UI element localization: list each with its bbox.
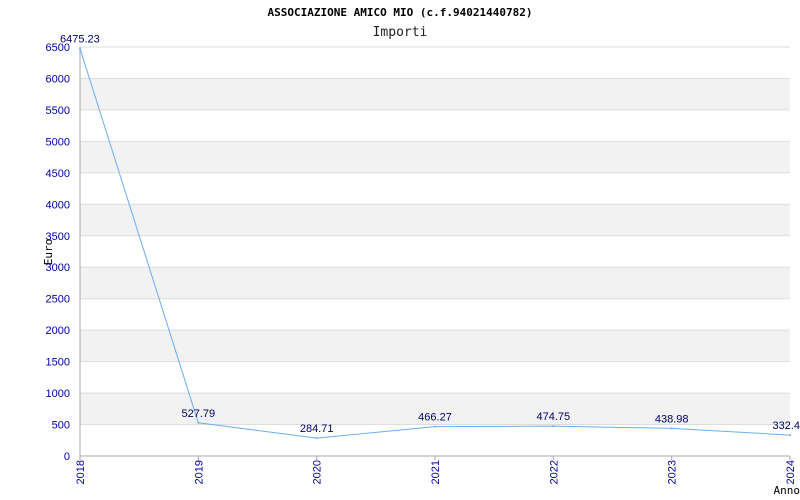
data-label: 6475.23 [60, 34, 100, 46]
y-tick-label: 4000 [46, 199, 70, 211]
data-label: 438.98 [655, 413, 689, 425]
data-point [197, 421, 200, 424]
data-point [670, 427, 673, 430]
x-tick-label: 2024 [785, 460, 797, 484]
x-tick-label: 2018 [75, 460, 87, 484]
grid-band [80, 267, 790, 299]
data-point [79, 47, 81, 50]
plot-area: 0500100015002000250030003500400045005000… [42, 34, 800, 497]
x-tick-label: 2019 [193, 460, 205, 484]
y-tick-label: 5500 [46, 105, 70, 117]
data-point [789, 434, 791, 437]
y-tick-label: 2000 [46, 325, 70, 337]
grid-band [80, 78, 790, 110]
y-tick-label: 5000 [46, 136, 70, 148]
data-label: 527.79 [182, 408, 216, 420]
x-tick-label: 2020 [312, 460, 324, 484]
grid-band [80, 141, 790, 173]
y-tick-label: 2500 [46, 294, 70, 306]
data-point [315, 437, 318, 440]
data-label: 474.75 [537, 411, 571, 423]
x-tick-label: 2023 [667, 460, 679, 484]
x-axis-title: Anno [774, 484, 800, 497]
x-tick-label: 2021 [430, 460, 442, 484]
data-point [552, 425, 555, 428]
y-tick-label: 500 [52, 420, 70, 432]
data-label: 332.4 [772, 420, 800, 432]
grid-band [80, 204, 790, 236]
data-label: 466.27 [418, 412, 452, 424]
y-tick-label: 0 [64, 451, 70, 463]
chart: ASSOCIAZIONE AMICO MIO (c.f.94021440782)… [0, 0, 800, 500]
y-tick-label: 6000 [46, 73, 70, 85]
data-label: 284.71 [300, 423, 334, 435]
data-point [434, 425, 436, 428]
y-tick-label: 4500 [46, 168, 70, 180]
y-tick-label: 1500 [46, 357, 70, 369]
y-axis-title: Euro [42, 239, 55, 266]
y-tick-label: 1000 [46, 388, 70, 400]
grid-band [80, 330, 790, 362]
x-tick-label: 2022 [548, 460, 560, 484]
